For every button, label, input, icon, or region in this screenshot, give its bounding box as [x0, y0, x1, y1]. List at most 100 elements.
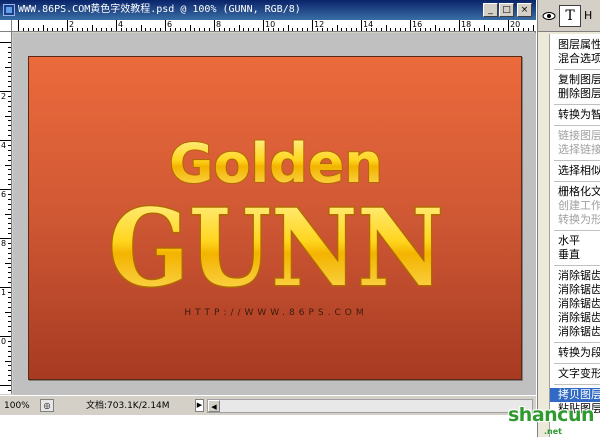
- ruler-tick: [8, 105, 11, 107]
- menu-item[interactable]: 删除图层: [550, 87, 600, 101]
- menu-item[interactable]: 拷贝图层样式: [550, 388, 600, 402]
- ruler-tick: [96, 28, 98, 31]
- ruler-tick: [8, 272, 11, 274]
- layer-context-menu: 图层属性混合选项复制图层删除图层转换为智能对象链接图层选择链接图层选择相似图层栅…: [549, 34, 600, 437]
- ruler-tick: [277, 28, 279, 31]
- ruler-tick: [8, 100, 11, 102]
- menu-item[interactable]: 转换为智能对象: [550, 108, 600, 122]
- ruler-tick: [223, 28, 225, 31]
- ruler-tick: [194, 28, 196, 31]
- ruler-tick: [8, 144, 11, 146]
- ruler-tick: [532, 25, 534, 31]
- ruler-tick: [0, 385, 11, 386]
- status-menu-arrow[interactable]: ▶: [195, 399, 204, 412]
- ruler-tick: [361, 20, 362, 31]
- document-status-icon[interactable]: ◎: [40, 399, 54, 412]
- ruler-tick: [5, 262, 11, 264]
- menu-separator: [554, 363, 600, 364]
- ruler-tick: [8, 228, 11, 230]
- ruler-tick: [101, 28, 103, 31]
- menu-item[interactable]: 文字变形...: [550, 367, 600, 381]
- vertical-ruler[interactable]: 246810: [0, 32, 12, 394]
- ruler-tick: [8, 350, 11, 352]
- ruler-tick: [8, 296, 11, 298]
- ruler-tick: [8, 51, 11, 53]
- canvas-area[interactable]: Golden GUNN HTTP://WWW.86PS.COM: [13, 33, 536, 395]
- ruler-tick: [5, 311, 11, 313]
- ruler-tick: [8, 71, 11, 73]
- ruler-tick: [204, 28, 206, 31]
- ruler-tick: [8, 370, 11, 372]
- ruler-tick: [8, 321, 11, 323]
- ruler-tick: [302, 28, 304, 31]
- menu-item[interactable]: 消除锯齿锐利: [550, 283, 600, 297]
- menu-item[interactable]: 复制图层: [550, 73, 600, 87]
- horizontal-ruler[interactable]: 2 4 6 8 10 12 14 16 18 20: [12, 20, 536, 32]
- ruler-tick: [8, 301, 11, 303]
- ruler-tick: [81, 28, 83, 31]
- zoom-field[interactable]: 100%: [2, 399, 38, 413]
- layer-row[interactable]: T H: [538, 0, 600, 32]
- menu-separator: [554, 230, 600, 231]
- document-canvas[interactable]: Golden GUNN HTTP://WWW.86PS.COM: [28, 56, 522, 380]
- document-window: WWW.86PS.COM黄色字效教程.psd @ 100% (GUNN, RGB…: [0, 0, 536, 415]
- menu-item[interactable]: 转换为段落文本: [550, 346, 600, 360]
- ruler-tick: [400, 28, 402, 31]
- ruler-origin[interactable]: [0, 20, 12, 32]
- maximize-button[interactable]: □: [499, 3, 514, 17]
- menu-item[interactable]: 图层属性: [550, 38, 600, 52]
- menu-item[interactable]: 水平: [550, 234, 600, 248]
- eye-icon[interactable]: [542, 9, 556, 23]
- ruler-tick: [8, 193, 11, 195]
- menu-item[interactable]: 消除锯齿无: [550, 269, 600, 283]
- horizontal-scrollbar[interactable]: ◀: [207, 399, 533, 413]
- ruler-tick: [307, 28, 309, 31]
- ruler-tick: [429, 28, 431, 31]
- menu-item[interactable]: 消除锯齿浑厚: [550, 311, 600, 325]
- ruler-tick: [8, 277, 11, 279]
- ruler-tick: [184, 28, 186, 31]
- menu-separator: [554, 160, 600, 161]
- menu-item[interactable]: 选择相似图层: [550, 164, 600, 178]
- close-button[interactable]: ×: [517, 3, 532, 17]
- ruler-tick: [8, 159, 11, 161]
- scroll-left-arrow[interactable]: ◀: [208, 400, 220, 412]
- menu-item[interactable]: 混合选项: [550, 52, 600, 66]
- ruler-tick: [106, 28, 108, 31]
- ruler-tick: [8, 110, 11, 112]
- ruler-label: 0: [1, 337, 7, 346]
- ruler-tick: [8, 46, 11, 48]
- ruler-tick: [375, 28, 377, 31]
- ruler-tick: [8, 169, 11, 171]
- ruler-tick: [380, 28, 382, 31]
- menu-item[interactable]: 栅格化文字: [550, 185, 600, 199]
- ruler-tick: [8, 86, 11, 88]
- layer-name[interactable]: H: [584, 9, 592, 22]
- text-layer-thumbnail[interactable]: T: [559, 5, 581, 27]
- menu-item[interactable]: 消除锯齿平滑: [550, 325, 600, 339]
- ruler-tick: [27, 28, 29, 31]
- ruler-tick: [439, 28, 441, 31]
- ruler-label: 8: [1, 239, 7, 248]
- ruler-tick: [454, 28, 456, 31]
- minimize-button[interactable]: _: [483, 3, 498, 17]
- ruler-tick: [395, 28, 397, 31]
- ruler-tick: [8, 179, 11, 181]
- ruler-tick: [8, 326, 11, 328]
- document-title-bar[interactable]: WWW.86PS.COM黄色字效教程.psd @ 100% (GUNN, RGB…: [0, 0, 536, 20]
- menu-item[interactable]: 垂直: [550, 248, 600, 262]
- ruler-label: 20: [510, 20, 521, 29]
- artwork-url: HTTP://WWW.86PS.COM: [184, 308, 367, 318]
- menu-separator: [554, 265, 600, 266]
- ruler-tick: [341, 28, 343, 31]
- ruler-label: 4: [118, 20, 124, 29]
- ruler-tick: [165, 20, 166, 31]
- ruler-tick: [8, 198, 11, 200]
- ruler-tick: [8, 345, 11, 347]
- menu-item: 转换为形状: [558, 213, 600, 226]
- ruler-tick: [248, 28, 250, 31]
- menu-item[interactable]: 消除锯齿犀利: [550, 297, 600, 311]
- ruler-tick: [57, 28, 59, 31]
- ruler-tick: [155, 28, 157, 31]
- ruler-tick: [238, 25, 240, 31]
